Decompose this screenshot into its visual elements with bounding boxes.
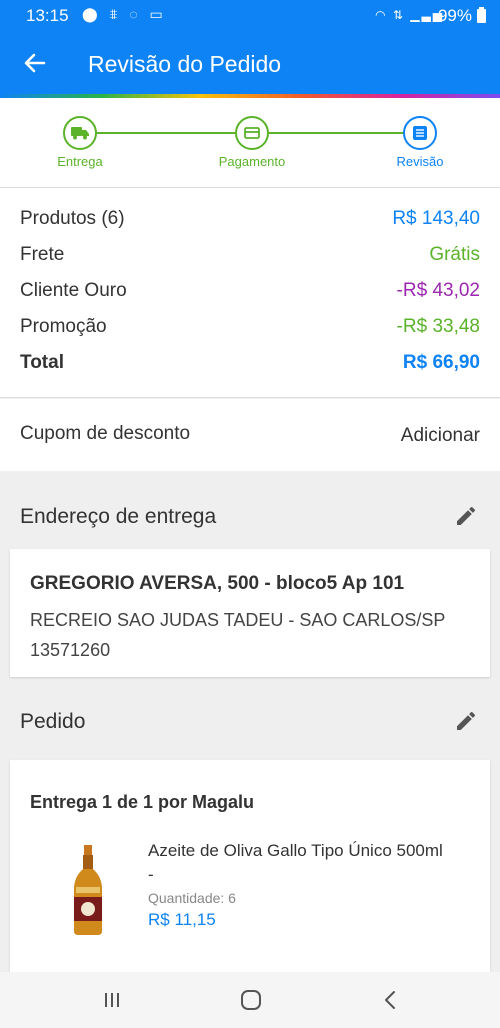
list-icon xyxy=(403,116,437,150)
status-bar: 13:15 ⬤ ⩨ ◌ ▭ ◠ ⇅ ▁▃▅ 99% xyxy=(0,0,500,32)
app-bar: Revisão do Pedido xyxy=(0,32,500,94)
product-price: R$ 11,15 xyxy=(148,910,216,929)
summary-value: -R$ 43,02 xyxy=(396,280,480,301)
home-icon[interactable] xyxy=(236,986,266,1014)
summary-products-row: Produtos (6) R$ 143,40 xyxy=(20,204,480,234)
battery-icon xyxy=(477,7,486,23)
summary-value: R$ 66,90 xyxy=(402,352,480,373)
add-coupon-button[interactable]: Adicionar xyxy=(401,425,480,447)
truck-icon xyxy=(63,116,97,150)
product-name-suffix: - xyxy=(148,865,154,884)
address-details: RECREIO SAO JUDAS TADEU - SAO CARLOS/SP … xyxy=(30,605,470,665)
summary-value: Grátis xyxy=(429,244,480,265)
step-label: Pagamento xyxy=(218,154,286,169)
order-section-title: Pedido xyxy=(20,710,86,733)
summary-label: Cliente Ouro xyxy=(20,280,127,301)
olive-oil-bottle-image xyxy=(74,845,102,935)
back-arrow-icon[interactable] xyxy=(20,48,50,78)
step-label: Entrega xyxy=(57,154,103,169)
notification-icons: ⬤ ⩨ ◌ ▭ xyxy=(82,6,167,22)
summary-label: Promoção xyxy=(20,316,107,337)
coupon-row[interactable]: Cupom de desconto Adicionar xyxy=(0,399,500,471)
checkout-stepper: Entrega Pagamento Revisão xyxy=(0,98,500,188)
product-name-text: Azeite de Oliva Gallo Tipo Único 500ml xyxy=(148,841,443,860)
summary-gold-row: Cliente Ouro -R$ 43,02 xyxy=(20,276,480,306)
shipment-title: Entrega 1 de 1 por Magalu xyxy=(30,792,255,812)
summary-total-row: Total R$ 66,90 xyxy=(20,348,480,378)
summary-promo-row: Promoção -R$ 33,48 xyxy=(20,312,480,342)
summary-label: Frete xyxy=(20,244,65,265)
summary-value: -R$ 33,48 xyxy=(396,316,480,337)
pencil-icon[interactable] xyxy=(454,504,478,528)
summary-label: Produtos (6) xyxy=(20,208,125,229)
card-icon xyxy=(235,116,269,150)
summary-shipping-row: Frete Grátis xyxy=(20,240,480,270)
pencil-icon[interactable] xyxy=(454,709,478,733)
signal-icons: ◠ ⇅ ▁▃▅ xyxy=(375,8,444,22)
step-entrega[interactable]: Entrega xyxy=(20,116,140,169)
coupon-label: Cupom de desconto xyxy=(20,423,191,444)
android-nav-bar xyxy=(0,972,500,1028)
address-neighborhood: RECREIO SAO JUDAS TADEU - SAO CARLOS/SP xyxy=(30,610,446,630)
address-street: GREGORIO AVERSA, 500 - bloco5 Ap 101 xyxy=(30,573,405,594)
recent-apps-icon[interactable] xyxy=(97,986,127,1014)
order-summary: Produtos (6) R$ 143,40 Frete Grátis Clie… xyxy=(0,188,500,398)
page-title: Revisão do Pedido xyxy=(88,51,282,77)
back-icon[interactable] xyxy=(376,986,406,1014)
step-pagamento[interactable]: Pagamento xyxy=(192,116,312,169)
step-label: Revisão xyxy=(396,154,444,169)
address-zip: 13571260 xyxy=(30,640,111,660)
summary-value: R$ 143,40 xyxy=(392,208,480,229)
product-quantity: Quantidade: 6 xyxy=(148,890,236,906)
summary-label: Total xyxy=(20,352,64,373)
address-section-title: Endereço de entrega xyxy=(20,505,217,528)
status-time: 13:15 xyxy=(26,6,69,25)
product-name[interactable]: Azeite de Oliva Gallo Tipo Único 500ml - xyxy=(148,839,478,887)
address-card: GREGORIO AVERSA, 500 - bloco5 Ap 101 REC… xyxy=(10,549,490,677)
step-revisao[interactable]: Revisão xyxy=(360,116,480,169)
order-card: Entrega 1 de 1 por Magalu Azeite de Oliv… xyxy=(10,760,490,972)
battery-percentage: 99% xyxy=(437,6,472,25)
